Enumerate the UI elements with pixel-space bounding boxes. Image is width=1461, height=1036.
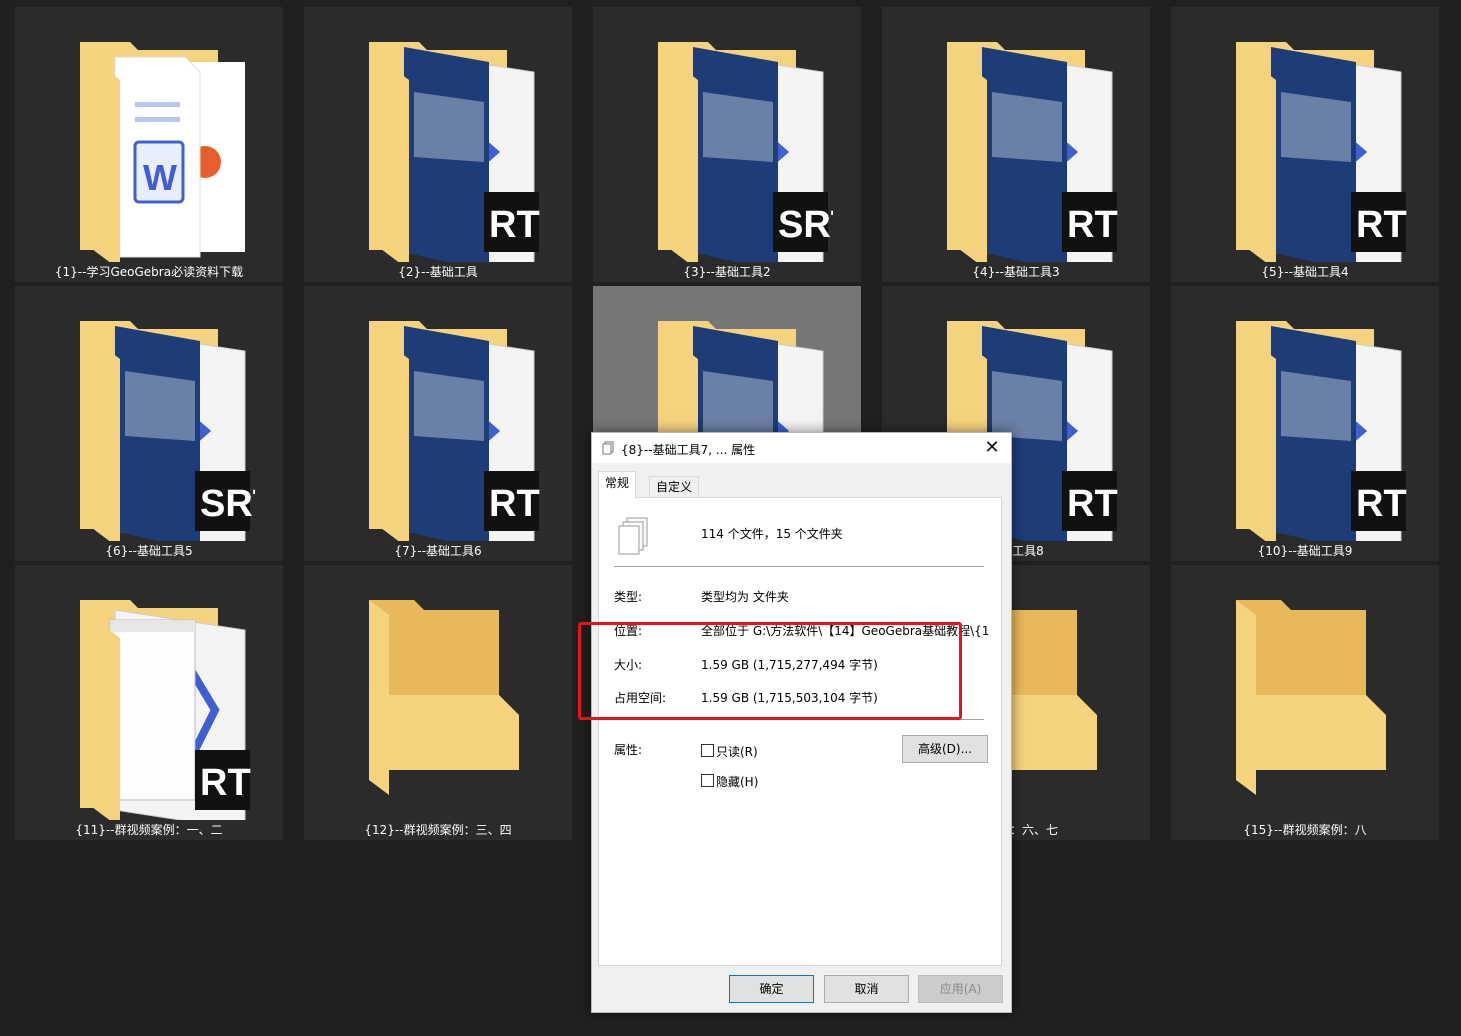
folder-label: {12}--群视频案例：三、四 bbox=[364, 823, 512, 837]
multiple-files-icon bbox=[618, 517, 648, 555]
folder-icon bbox=[344, 590, 544, 820]
folder-icon: W bbox=[55, 32, 255, 270]
folder-icon: RT bbox=[1211, 32, 1411, 273]
folder-icon: SRT bbox=[55, 311, 276, 552]
hidden-checkbox[interactable] bbox=[701, 774, 714, 787]
ok-button[interactable]: 确定 bbox=[729, 975, 814, 1003]
folder-label: {1}--学习GeoGebra必读资料下载 bbox=[54, 265, 244, 279]
folder-tile[interactable]: RT {5}--基础工具4 bbox=[1171, 7, 1439, 282]
folder-tile[interactable]: RT {2}--基础工具 bbox=[304, 7, 572, 282]
readonly-checkbox[interactable] bbox=[701, 744, 714, 757]
folder-tile[interactable]: W {1}--学习GeoGebra必读资料下载 bbox=[15, 7, 283, 282]
folder-icon: RT bbox=[55, 590, 255, 831]
readonly-label[interactable]: 只读(R) bbox=[716, 743, 758, 760]
folder-label: {5}--基础工具4 bbox=[1261, 265, 1349, 279]
folder-tile[interactable]: RT {10}--基础工具9 bbox=[1171, 286, 1439, 561]
folder-label: {6}--基础工具5 bbox=[105, 544, 193, 558]
svg-text:RT: RT bbox=[200, 762, 251, 804]
folder-label: {10}--基础工具9 bbox=[1257, 544, 1353, 558]
folder-tile[interactable]: SRT {3}--基础工具2 bbox=[593, 7, 861, 282]
folder-tile[interactable]: {12}--群视频案例：三、四 bbox=[304, 565, 572, 840]
folder-icon: SRT bbox=[633, 32, 854, 273]
type-label: 类型: bbox=[614, 590, 643, 604]
folder-label: {11}--群视频案例：一、二 bbox=[75, 823, 223, 837]
svg-text:RT: RT bbox=[489, 483, 540, 525]
cancel-button[interactable]: 取消 bbox=[824, 975, 909, 1003]
type-value: 类型均为 文件夹 bbox=[701, 590, 789, 604]
svg-text:RT: RT bbox=[1356, 204, 1407, 246]
svg-text:RT: RT bbox=[1356, 483, 1407, 525]
folder-tile[interactable]: RT {11}--群视频案例：一、二 bbox=[15, 565, 283, 840]
tab-custom[interactable]: 自定义 bbox=[649, 476, 700, 498]
dialog-titlebar[interactable]: {8}--基础工具7, ... 属性 ✕ bbox=[592, 433, 1011, 463]
folder-label: {3}--基础工具2 bbox=[683, 265, 771, 279]
folder-icon: RT bbox=[922, 32, 1122, 273]
tab-general[interactable]: 常规 bbox=[598, 471, 637, 499]
close-icon[interactable]: ✕ bbox=[981, 437, 1003, 459]
hidden-label[interactable]: 隐藏(H) bbox=[716, 773, 758, 790]
folder-icon: RT bbox=[1211, 311, 1411, 552]
folder-icon: RT bbox=[344, 32, 544, 273]
advanced-button[interactable]: 高级(D)... bbox=[902, 735, 988, 763]
svg-text:RT: RT bbox=[1067, 483, 1118, 525]
divider bbox=[614, 566, 984, 567]
folder-tile[interactable]: RT {7}--基础工具6 bbox=[304, 286, 572, 561]
svg-text:W: W bbox=[143, 157, 177, 198]
highlight-annotation bbox=[578, 622, 962, 720]
general-panel: 114 个文件，15 个文件夹 类型: 类型均为 文件夹 位置: 全部位于 G:… bbox=[598, 497, 1002, 966]
folder-icon: RT bbox=[344, 311, 544, 552]
folder-tile[interactable]: SRT {6}--基础工具5 bbox=[15, 286, 283, 561]
folder-icon bbox=[1211, 590, 1411, 820]
attributes-label: 属性: bbox=[614, 743, 643, 757]
summary-text: 114 个文件，15 个文件夹 bbox=[701, 527, 843, 541]
dialog-title: {8}--基础工具7, ... 属性 bbox=[621, 443, 756, 457]
folder-label: {15}--群视频案例：八 bbox=[1243, 823, 1367, 837]
files-icon bbox=[602, 441, 614, 455]
svg-text:RT: RT bbox=[1067, 204, 1118, 246]
folder-label: {4}--基础工具3 bbox=[972, 265, 1060, 279]
svg-text:SRT: SRT bbox=[200, 483, 255, 525]
svg-text:RT: RT bbox=[489, 204, 540, 246]
svg-text:SRT: SRT bbox=[778, 204, 833, 246]
folder-tile[interactable]: {15}--群视频案例：八 bbox=[1171, 565, 1439, 840]
apply-button[interactable]: 应用(A) bbox=[918, 975, 1003, 1003]
folder-label: {7}--基础工具6 bbox=[394, 544, 482, 558]
folder-tile[interactable]: RT {4}--基础工具3 bbox=[882, 7, 1150, 282]
folder-label: {2}--基础工具 bbox=[398, 265, 478, 279]
properties-dialog: {8}--基础工具7, ... 属性 ✕ 常规 自定义 114 个文件，15 个… bbox=[591, 432, 1012, 1013]
